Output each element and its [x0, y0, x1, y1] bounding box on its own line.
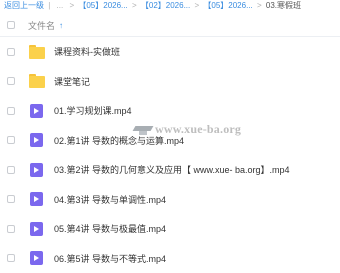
breadcrumb-divider: |: [48, 1, 50, 10]
file-row[interactable]: 06.第5讲 导数与不等式.mp4: [0, 244, 340, 273]
row-checkbox[interactable]: [7, 254, 15, 262]
breadcrumb-separator: >: [132, 1, 137, 10]
video-file-icon: [29, 133, 45, 147]
file-name[interactable]: 03.第2讲 导数的几何意义及应用【 www.xue- ba.org】.mp4: [54, 163, 290, 176]
file-row[interactable]: 05.第4讲 导数与极最值.mp4: [0, 214, 340, 244]
watermark-text: www.xue-ba.org: [155, 122, 241, 137]
select-all-checkbox[interactable]: [7, 21, 15, 29]
breadcrumb: 返回上一级 | ... > 【05】2026... > 【02】2026... …: [0, 0, 340, 14]
folder-icon: [29, 45, 45, 59]
video-file-icon: [29, 163, 45, 177]
row-checkbox[interactable]: [7, 77, 15, 85]
file-list: 课程资料-实做班 课堂笔记 01.学习规划课.mp4 02.第1讲 导数的概念与…: [0, 37, 340, 273]
row-checkbox[interactable]: [7, 166, 15, 174]
breadcrumb-current: 03.寒假班: [266, 1, 301, 10]
video-file-icon: [29, 104, 45, 118]
breadcrumb-ellipsis[interactable]: ...: [57, 1, 64, 10]
file-name[interactable]: 06.第5讲 导数与不等式.mp4: [54, 252, 166, 265]
breadcrumb-separator: >: [69, 1, 74, 10]
breadcrumb-separator: >: [194, 1, 199, 10]
file-list-header: 文件名 ↑: [0, 14, 340, 37]
row-checkbox[interactable]: [7, 107, 15, 115]
file-name[interactable]: 05.第4讲 导数与极最值.mp4: [54, 222, 166, 235]
folder-icon: [29, 74, 45, 88]
graduation-cap-icon: [134, 124, 152, 136]
video-file-icon: [29, 192, 45, 206]
file-row[interactable]: 课堂笔记: [0, 67, 340, 97]
video-file-icon: [29, 222, 45, 236]
video-file-icon: [29, 251, 45, 265]
breadcrumb-item[interactable]: 【02】2026...: [141, 1, 190, 10]
file-name[interactable]: 01.学习规划课.mp4: [54, 104, 132, 117]
column-filename-label[interactable]: 文件名: [28, 19, 55, 32]
row-checkbox[interactable]: [7, 136, 15, 144]
file-name[interactable]: 课堂笔记: [54, 75, 90, 88]
breadcrumb-item[interactable]: 【05】2026...: [203, 1, 252, 10]
breadcrumb-item[interactable]: 【05】2026...: [78, 1, 127, 10]
watermark: www.xue-ba.org: [134, 122, 241, 137]
file-row[interactable]: 课程资料-实做班: [0, 37, 340, 67]
breadcrumb-separator: >: [257, 1, 262, 10]
row-checkbox[interactable]: [7, 48, 15, 56]
row-checkbox[interactable]: [7, 195, 15, 203]
file-name[interactable]: 04.第3讲 导数与单调性.mp4: [54, 193, 166, 206]
row-checkbox[interactable]: [7, 225, 15, 233]
file-name[interactable]: 课程资料-实做班: [54, 45, 120, 58]
back-link[interactable]: 返回上一级: [4, 1, 44, 10]
file-row[interactable]: 03.第2讲 导数的几何意义及应用【 www.xue- ba.org】.mp4: [0, 155, 340, 185]
file-row[interactable]: 04.第3讲 导数与单调性.mp4: [0, 185, 340, 215]
sort-up-icon[interactable]: ↑: [59, 21, 63, 30]
